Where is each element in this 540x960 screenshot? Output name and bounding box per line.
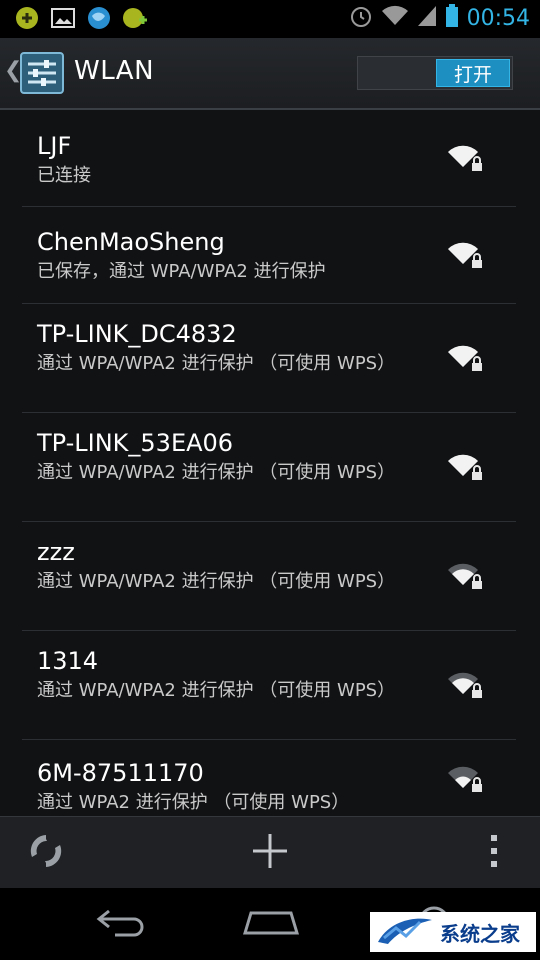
- network-row[interactable]: zzz 通过 WPA/WPA2 进行保护 （可使用 WPS）: [0, 521, 540, 630]
- status-bar: 00:54: [0, 0, 540, 38]
- network-status: 通过 WPA/WPA2 进行保护 （可使用 WPS）: [37, 571, 396, 592]
- watermark: 系统之家: [370, 912, 536, 952]
- network-row[interactable]: 6M-87511170 通过 WPA2 进行保护 （可使用 WPS）: [0, 739, 540, 816]
- clock: 00:54: [466, 5, 530, 31]
- watermark-logo-icon: [376, 914, 434, 950]
- network-list: LJF 已连接 ChenMaoSheng 已保存，通过 WPA/WPA2 进行保护 TP…: [0, 110, 540, 816]
- action-bar: ❮ WLAN 打开: [0, 38, 540, 110]
- back-icon: [91, 907, 147, 941]
- status-icons: 00:54: [349, 4, 530, 32]
- settings-app-icon[interactable]: [20, 52, 64, 94]
- network-status: 通过 WPA/WPA2 进行保护 （可使用 WPS）: [37, 680, 396, 701]
- alarm-icon: [349, 4, 373, 32]
- network-status: 通过 WPA/WPA2 进行保护 （可使用 WPS）: [37, 353, 396, 374]
- network-ssid: TP-LINK_53EA06: [37, 429, 234, 457]
- notification-icons: [14, 5, 148, 31]
- add-network-icon: [250, 831, 290, 875]
- network-ssid: 1314: [37, 647, 99, 675]
- wifi-secured-icon: [446, 452, 484, 482]
- wifi-secured-icon: [446, 764, 484, 794]
- network-row[interactable]: LJF 已连接: [0, 110, 540, 206]
- wps-button[interactable]: [14, 817, 78, 889]
- wifi-secured-icon: [446, 670, 484, 700]
- network-row[interactable]: TP-LINK_DC4832 通过 WPA/WPA2 进行保护 （可使用 WPS）: [0, 303, 540, 412]
- cell-signal-icon: [417, 5, 437, 31]
- bottom-action-bar: [0, 816, 540, 889]
- battery-icon: [445, 4, 459, 32]
- watermark-text: 系统之家: [440, 921, 520, 946]
- network-status: 通过 WPA2 进行保护 （可使用 WPS）: [37, 792, 350, 813]
- wifi-signal-icon: [381, 5, 409, 31]
- wifi-secured-icon: [446, 343, 484, 373]
- wifi-secured-icon: [446, 561, 484, 591]
- wifi-secured-icon: [446, 240, 484, 270]
- network-row[interactable]: ChenMaoSheng 已保存，通过 WPA/WPA2 进行保护: [0, 206, 540, 303]
- wlan-toggle-on-label[interactable]: 打开: [436, 59, 510, 87]
- download-notification-icon: [122, 5, 148, 31]
- network-ssid: ChenMaoSheng: [37, 228, 225, 256]
- wlan-toggle[interactable]: 打开: [357, 56, 513, 90]
- network-ssid: LJF: [37, 132, 72, 160]
- gallery-notification-icon: [50, 5, 76, 31]
- sync-app-icon: [14, 5, 40, 31]
- overflow-menu-icon: [489, 834, 499, 872]
- wps-icon: [26, 831, 66, 875]
- back-button[interactable]: [84, 900, 154, 948]
- home-icon: [241, 907, 301, 941]
- add-network-button[interactable]: [236, 817, 304, 889]
- network-ssid: zzz: [37, 538, 75, 566]
- network-status: 已连接: [37, 165, 91, 186]
- overflow-menu-button[interactable]: [474, 817, 514, 889]
- network-row[interactable]: 1314 通过 WPA/WPA2 进行保护 （可使用 WPS）: [0, 630, 540, 739]
- network-status: 通过 WPA/WPA2 进行保护 （可使用 WPS）: [37, 462, 396, 483]
- network-row[interactable]: TP-LINK_53EA06 通过 WPA/WPA2 进行保护 （可使用 WPS）: [0, 412, 540, 521]
- network-status: 已保存，通过 WPA/WPA2 进行保护: [37, 261, 326, 282]
- globe-notification-icon: [86, 5, 112, 31]
- network-ssid: 6M-87511170: [37, 759, 204, 787]
- home-button[interactable]: [236, 900, 306, 948]
- wifi-secured-icon: [446, 143, 484, 173]
- network-ssid: TP-LINK_DC4832: [37, 320, 237, 348]
- page-title: WLAN: [74, 56, 155, 86]
